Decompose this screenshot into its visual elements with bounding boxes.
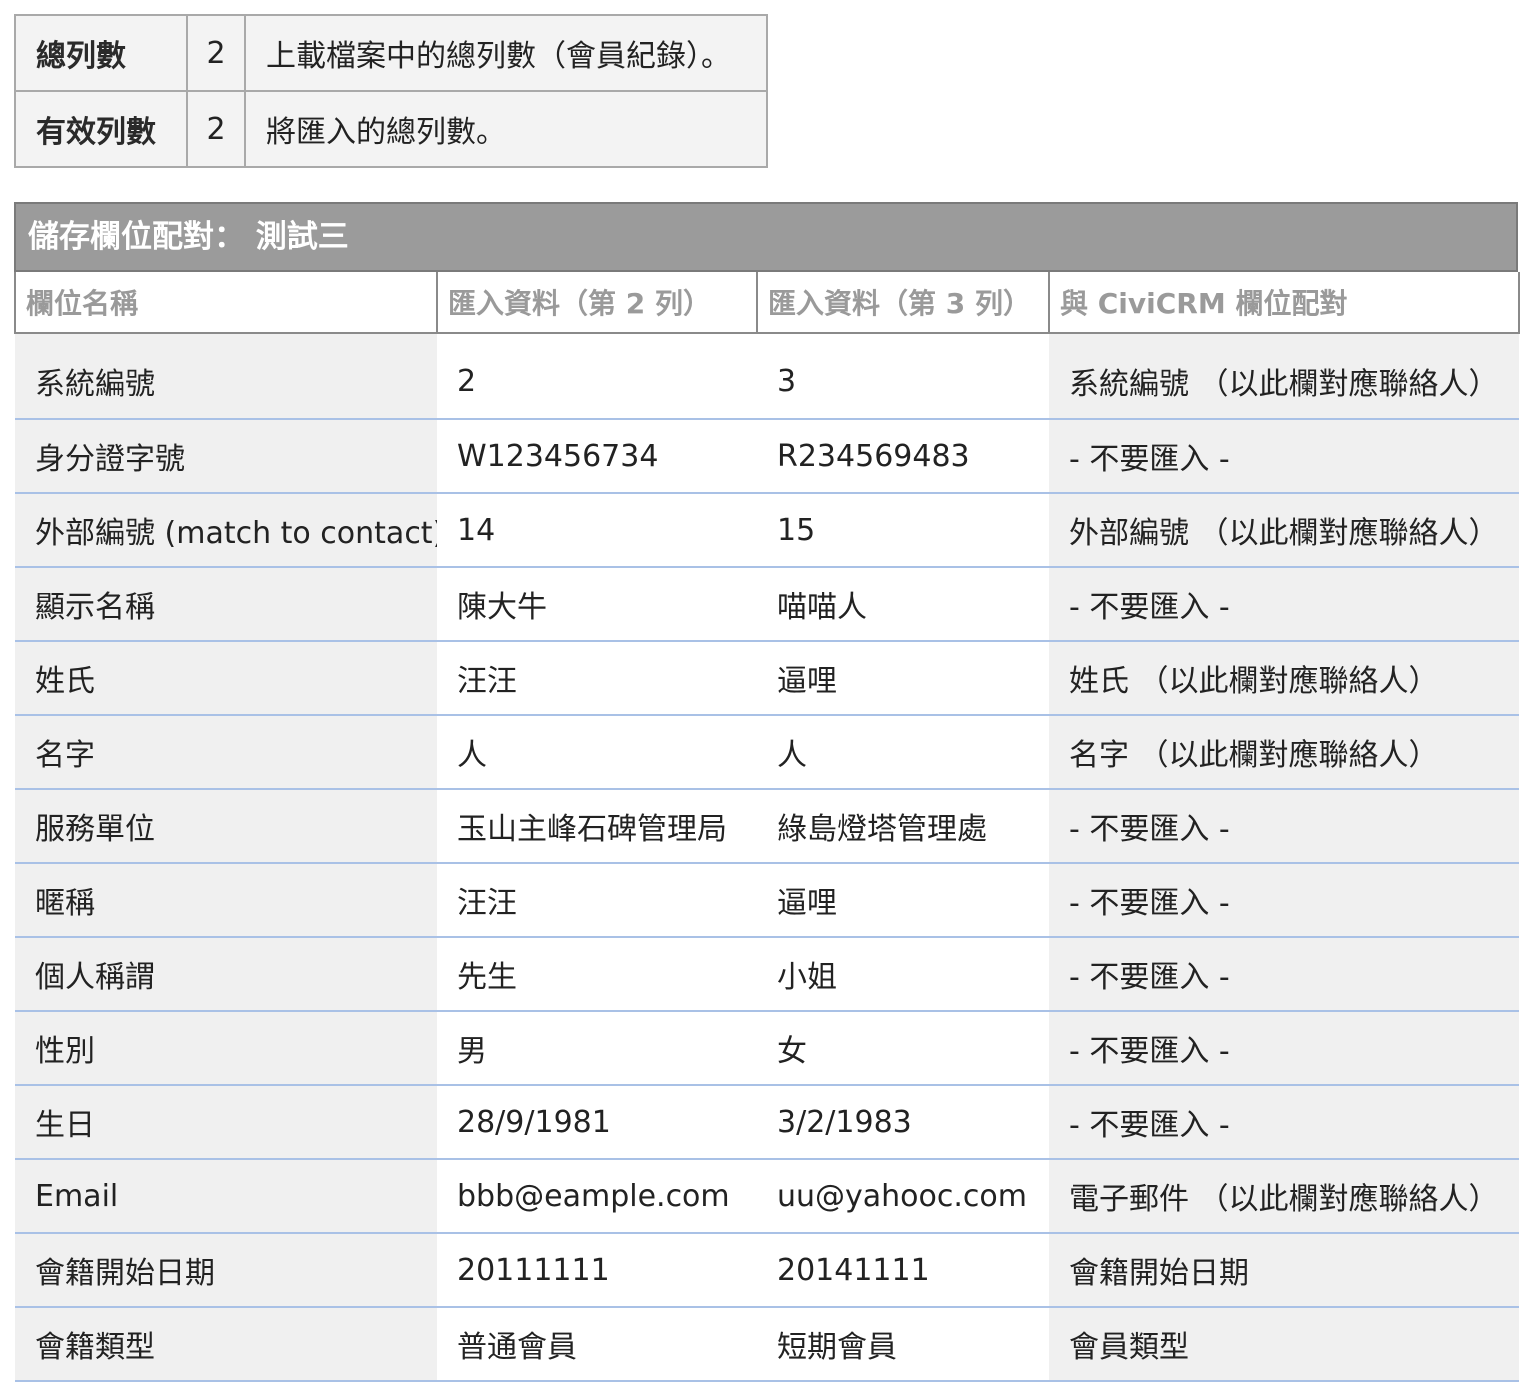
mapping-title: 儲存欄位配對： 測試三 <box>14 202 1518 272</box>
import-row-3-cell: 20141111 <box>757 1233 1049 1308</box>
summary-label: 有效列數 <box>14 90 188 168</box>
table-row: 會籍類型 普通會員 短期會員 會員類型 <box>15 1307 1519 1382</box>
field-mapping-section: 儲存欄位配對： 測試三 欄位名稱 匯入資料（第 2 列） 匯入資料（第 3 列）… <box>14 202 1520 1382</box>
import-row-3-cell: 3/2/1983 <box>757 1085 1049 1160</box>
import-row-3-cell: 3 <box>757 333 1049 420</box>
summary-value: 2 <box>186 90 246 168</box>
import-row-2-cell: 先生 <box>437 937 757 1012</box>
civicrm-field-cell: 系統編號 （以此欄對應聯絡人） <box>1049 333 1519 420</box>
mapping-body: 系統編號 2 3 系統編號 （以此欄對應聯絡人） 身分證字號 W123456734 R234… <box>15 333 1519 1382</box>
import-row-3-cell: 女 <box>757 1011 1049 1086</box>
import-row-2-cell: 20111111 <box>437 1233 757 1308</box>
civicrm-field-cell: - 不要匯入 - <box>1049 789 1519 864</box>
table-row: 服務單位 玉山主峰石碑管理局 綠島燈塔管理處 - 不要匯入 - <box>15 789 1519 864</box>
summary-description: 上載檔案中的總列數（會員紀錄）。 <box>244 14 768 92</box>
table-row: 系統編號 2 3 系統編號 （以此欄對應聯絡人） <box>15 333 1519 420</box>
field-name-cell: 姓氏 <box>15 641 437 716</box>
import-row-3-cell: R234569483 <box>757 419 1049 494</box>
civicrm-field-cell: - 不要匯入 - <box>1049 937 1519 1012</box>
import-row-3-cell: 短期會員 <box>757 1307 1049 1382</box>
civicrm-field-cell: 會籍開始日期 <box>1049 1233 1519 1308</box>
mapping-header-row: 欄位名稱 匯入資料（第 2 列） 匯入資料（第 3 列） 與 CiviCRM 欄… <box>14 272 1520 334</box>
field-name-cell: 外部編號 (match to contact) <box>15 493 437 568</box>
import-summary-table: 總列數 2 上載檔案中的總列數（會員紀錄）。 有效列數 2 將匯入的總列數。 <box>14 14 768 168</box>
field-name-cell: 性別 <box>15 1011 437 1086</box>
header-civicrm-mapping: 與 CiviCRM 欄位配對 <box>1048 272 1520 334</box>
field-name-cell: 個人稱謂 <box>15 937 437 1012</box>
table-row: 外部編號 (match to contact) 14 15 外部編號 （以此欄對應聯絡… <box>15 493 1519 568</box>
field-name-cell: Email <box>15 1159 437 1234</box>
field-name-cell: 顯示名稱 <box>15 567 437 642</box>
summary-value: 2 <box>186 14 246 92</box>
field-mapping-table: 欄位名稱 匯入資料（第 2 列） 匯入資料（第 3 列） 與 CiviCRM 欄… <box>14 272 1520 1382</box>
import-row-2-cell: 玉山主峰石碑管理局 <box>437 789 757 864</box>
import-row-2-cell: 14 <box>437 493 757 568</box>
field-name-cell: 身分證字號 <box>15 419 437 494</box>
import-row-2-cell: 男 <box>437 1011 757 1086</box>
civicrm-field-cell: - 不要匯入 - <box>1049 1085 1519 1160</box>
import-row-2-cell: bbb@eample.com <box>437 1159 757 1234</box>
import-row-2-cell: 汪汪 <box>437 863 757 938</box>
table-row: 名字人人名字 （以此欄對應聯絡人） <box>15 715 1519 790</box>
import-row-3-cell: uu@yahooc.com <box>757 1159 1049 1234</box>
field-name-cell: 系統編號 <box>15 333 437 420</box>
import-row-3-cell: 小姐 <box>757 937 1049 1012</box>
table-row: 暱稱 汪汪 逼哩 - 不要匯入 - <box>15 863 1519 938</box>
civicrm-field-cell: 會員類型 <box>1049 1307 1519 1382</box>
import-row-2-cell: 28/9/1981 <box>437 1085 757 1160</box>
field-name-cell: 生日 <box>15 1085 437 1160</box>
header-import-row-3: 匯入資料（第 3 列） <box>756 272 1049 334</box>
table-row: Email bbb@eample.com uu@yahooc.com 電子郵件 （以此… <box>15 1159 1519 1234</box>
import-row-3-cell: 15 <box>757 493 1049 568</box>
import-row-2-cell: 2 <box>437 333 757 420</box>
table-row: 身分證字號 W123456734 R234569483- 不要匯入 - <box>15 419 1519 494</box>
summary-label: 總列數 <box>14 14 188 92</box>
civicrm-field-cell: 電子郵件 （以此欄對應聯絡人） <box>1049 1159 1519 1234</box>
civicrm-field-cell: 名字 （以此欄對應聯絡人） <box>1049 715 1519 790</box>
field-name-cell: 會籍類型 <box>15 1307 437 1382</box>
import-row-3-cell: 人 <box>757 715 1049 790</box>
civicrm-field-cell: 姓氏 （以此欄對應聯絡人） <box>1049 641 1519 716</box>
import-row-3-cell: 綠島燈塔管理處 <box>757 789 1049 864</box>
civicrm-field-cell: - 不要匯入 - <box>1049 567 1519 642</box>
table-row: 性別男女 - 不要匯入 - <box>15 1011 1519 1086</box>
civicrm-field-cell: - 不要匯入 - <box>1049 1011 1519 1086</box>
field-name-cell: 會籍開始日期 <box>15 1233 437 1308</box>
import-row-2-cell: 汪汪 <box>437 641 757 716</box>
table-row: 會籍開始日期 20111111 20141111 會籍開始日期 <box>15 1233 1519 1308</box>
civicrm-field-cell: 外部編號 （以此欄對應聯絡人） <box>1049 493 1519 568</box>
import-row-3-cell: 逼哩 <box>757 641 1049 716</box>
civicrm-field-cell: - 不要匯入 - <box>1049 419 1519 494</box>
field-name-cell: 暱稱 <box>15 863 437 938</box>
field-name-cell: 服務單位 <box>15 789 437 864</box>
table-row: 生日 28/9/1981 3/2/1983- 不要匯入 - <box>15 1085 1519 1160</box>
import-row-2-cell: 人 <box>437 715 757 790</box>
summary-row-valid: 有效列數 2 將匯入的總列數。 <box>14 90 768 168</box>
summary-row-total: 總列數 2 上載檔案中的總列數（會員紀錄）。 <box>14 14 768 92</box>
import-row-2-cell: 陳大牛 <box>437 567 757 642</box>
table-row: 個人稱謂 先生 小姐 - 不要匯入 - <box>15 937 1519 1012</box>
field-name-cell: 名字 <box>15 715 437 790</box>
import-row-2-cell: W123456734 <box>437 419 757 494</box>
header-import-row-2: 匯入資料（第 2 列） <box>436 272 757 334</box>
import-row-3-cell: 逼哩 <box>757 863 1049 938</box>
table-row: 顯示名稱 陳大牛 喵喵人 - 不要匯入 - <box>15 567 1519 642</box>
import-row-3-cell: 喵喵人 <box>757 567 1049 642</box>
import-row-2-cell: 普通會員 <box>437 1307 757 1382</box>
header-field-name: 欄位名稱 <box>14 272 437 334</box>
civicrm-field-cell: - 不要匯入 - <box>1049 863 1519 938</box>
table-row: 姓氏 汪汪 逼哩 姓氏 （以此欄對應聯絡人） <box>15 641 1519 716</box>
summary-description: 將匯入的總列數。 <box>244 90 768 168</box>
